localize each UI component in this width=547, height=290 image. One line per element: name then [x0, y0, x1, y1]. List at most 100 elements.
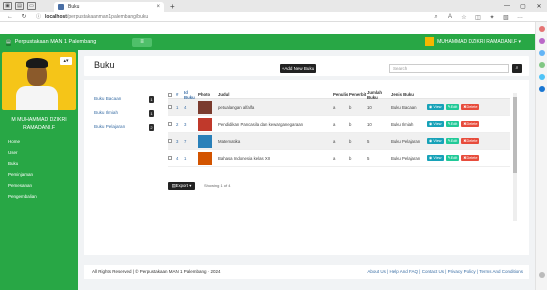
- brand[interactable]: ▤ Perpustakaan MAN 1 Palembang: [0, 38, 96, 46]
- table-row: 2 3 Pendidikan Pancasila dan kewarganega…: [168, 116, 510, 133]
- delete-button[interactable]: ✖Delete: [461, 104, 480, 110]
- url-field[interactable]: ⓘ localhost /perpustakaanman1palembang/b…: [36, 13, 148, 21]
- column-header-photo[interactable]: Photo: [198, 92, 218, 97]
- close-tab-icon[interactable]: ×: [156, 4, 160, 10]
- row-type: Buku Bacaan: [391, 104, 417, 110]
- filter-label: Buku Bacaan: [94, 96, 122, 101]
- filter-item-buku-bacaan[interactable]: Buku Bacaan 1: [94, 96, 154, 110]
- edit-button[interactable]: ✎Edit: [445, 121, 460, 127]
- row-type: Buku Pelajaran: [391, 138, 421, 144]
- row-author: a: [333, 155, 336, 161]
- row-number: 3: [176, 138, 179, 144]
- profile-menu-icon[interactable]: ▴▾: [60, 57, 72, 65]
- edit-button[interactable]: ✎Edit: [445, 104, 460, 110]
- row-checkbox[interactable]: [168, 105, 176, 109]
- read-aloud-icon[interactable]: A: [443, 14, 457, 20]
- sidebar-item-peminjaman[interactable]: Peminjaman: [0, 169, 78, 180]
- tools-side-icon[interactable]: [539, 50, 545, 56]
- settings-side-icon[interactable]: [539, 272, 545, 278]
- sidebar-item-pemesanan[interactable]: Pemesanan: [0, 180, 78, 191]
- back-icon[interactable]: ←: [6, 14, 14, 20]
- row-quantity: 5: [367, 138, 370, 144]
- row-publisher: b: [349, 138, 352, 144]
- sidebar-item-pengembalian[interactable]: Pengembalian: [0, 191, 78, 202]
- favorite-icon[interactable]: ☆: [457, 14, 471, 21]
- row-number: 2: [176, 121, 179, 127]
- collections-icon[interactable]: ▧: [499, 14, 513, 21]
- info-icon[interactable]: ⓘ: [36, 13, 41, 20]
- row-author: a: [333, 121, 336, 127]
- search-side-icon[interactable]: [539, 26, 545, 32]
- search-input[interactable]: Search: [389, 64, 509, 73]
- row-checkbox[interactable]: [168, 122, 176, 126]
- shopping-side-icon[interactable]: [539, 38, 545, 44]
- library-logo-icon: ▤: [6, 38, 11, 46]
- table-scrollbar[interactable]: [513, 93, 517, 221]
- avatar: [425, 37, 435, 46]
- user-menu[interactable]: MUHAMMAD DZIKRI RAMADANI.F ▾: [425, 37, 521, 46]
- column-header-number[interactable]: #: [176, 92, 184, 97]
- address-bar: ← ↻ ⓘ localhost /perpustakaanman1palemba…: [0, 12, 547, 22]
- row-publisher: b: [349, 155, 352, 161]
- filter-label: Buku Ilmiah: [94, 110, 119, 115]
- column-header-title[interactable]: Judul: [218, 92, 333, 97]
- settings-more-icon[interactable]: …: [513, 14, 527, 20]
- zoom-icon[interactable]: ⌕: [429, 14, 443, 21]
- column-header-publisher[interactable]: Penerbit: [349, 92, 367, 97]
- column-header-type[interactable]: Jenis Buku: [391, 92, 427, 97]
- edit-button[interactable]: ✎Edit: [445, 155, 460, 161]
- row-publisher: b: [349, 121, 352, 127]
- filter-item-buku-pelajaran[interactable]: Buku Pelajaran 2: [94, 124, 154, 138]
- column-header-id[interactable]: Id Buku: [184, 90, 198, 100]
- new-tab-icon[interactable]: +: [170, 2, 175, 11]
- minimize-icon[interactable]: —: [499, 3, 515, 9]
- view-button[interactable]: ◉ View: [427, 138, 444, 144]
- office-side-icon[interactable]: [539, 74, 545, 80]
- sidebar-item-home[interactable]: Home: [0, 136, 78, 147]
- row-checkbox[interactable]: [168, 139, 176, 143]
- books-table: # Id Buku Photo Judul Penulis Penerbit J…: [168, 90, 510, 167]
- column-header-quantity[interactable]: Jumlah Buku: [367, 90, 391, 100]
- maximize-icon[interactable]: ▢: [515, 3, 531, 10]
- row-quantity: 10: [367, 104, 372, 110]
- select-all-checkbox[interactable]: [168, 92, 176, 97]
- tab-actions-icon[interactable]: ▭: [27, 2, 36, 10]
- browser-tab[interactable]: Buku ×: [54, 2, 164, 12]
- add-book-button[interactable]: +Add New Buku: [280, 64, 316, 73]
- view-button[interactable]: ◉ View: [427, 104, 444, 110]
- row-type: Buku Pelajaran: [391, 155, 421, 161]
- search-button[interactable]: ⌕: [512, 64, 522, 73]
- sidebar-item-buku[interactable]: Buku: [0, 158, 78, 169]
- profile-icon[interactable]: ▣: [3, 2, 12, 10]
- column-header-author[interactable]: Penulis: [333, 92, 349, 97]
- export-button[interactable]: ▤Export ▾: [168, 182, 195, 190]
- view-button[interactable]: ◉ View: [427, 155, 444, 161]
- refresh-icon[interactable]: ↻: [20, 13, 28, 20]
- row-checkbox[interactable]: [168, 156, 176, 160]
- main-content: Buku +Add New Buku Search ⌕ Buku Bacaan …: [78, 50, 535, 290]
- games-side-icon[interactable]: [539, 62, 545, 68]
- view-button[interactable]: ◉ View: [427, 121, 444, 127]
- filter-item-buku-ilmiah[interactable]: Buku Ilmiah 1: [94, 110, 154, 124]
- table-row: 1 4 petualangan alfalfa a b 10 Buku Baca…: [168, 99, 510, 116]
- extensions-icon[interactable]: ✦: [485, 14, 499, 21]
- edit-button[interactable]: ✎Edit: [445, 138, 460, 144]
- row-title: Matematika: [218, 138, 241, 144]
- workspaces-icon[interactable]: ▤: [15, 2, 24, 10]
- book-cover-image: [198, 134, 212, 148]
- sidebar: ▴▾ M MUHAMMAD DZIKRI RAMADANI.F Home Use…: [0, 50, 78, 290]
- filter-label: Buku Pelajaran: [94, 124, 126, 129]
- split-screen-icon[interactable]: ◫: [471, 14, 485, 21]
- row-type: Buku Ilmiah: [391, 121, 414, 127]
- delete-button[interactable]: ✖Delete: [461, 155, 480, 161]
- delete-button[interactable]: ✖Delete: [461, 121, 480, 127]
- outlook-side-icon[interactable]: [539, 86, 545, 92]
- page-title: Buku: [94, 60, 115, 70]
- row-author: a: [333, 104, 336, 110]
- sidebar-toggle-button[interactable]: ≡: [132, 37, 152, 47]
- footer-links[interactable]: About Us | Help And FAQ | Contact Us | P…: [367, 269, 523, 274]
- sidebar-item-user[interactable]: User: [0, 147, 78, 158]
- close-window-icon[interactable]: ✕: [531, 3, 547, 10]
- pagination-info: Showing 1 of 4: [204, 183, 231, 188]
- delete-button[interactable]: ✖Delete: [461, 138, 480, 144]
